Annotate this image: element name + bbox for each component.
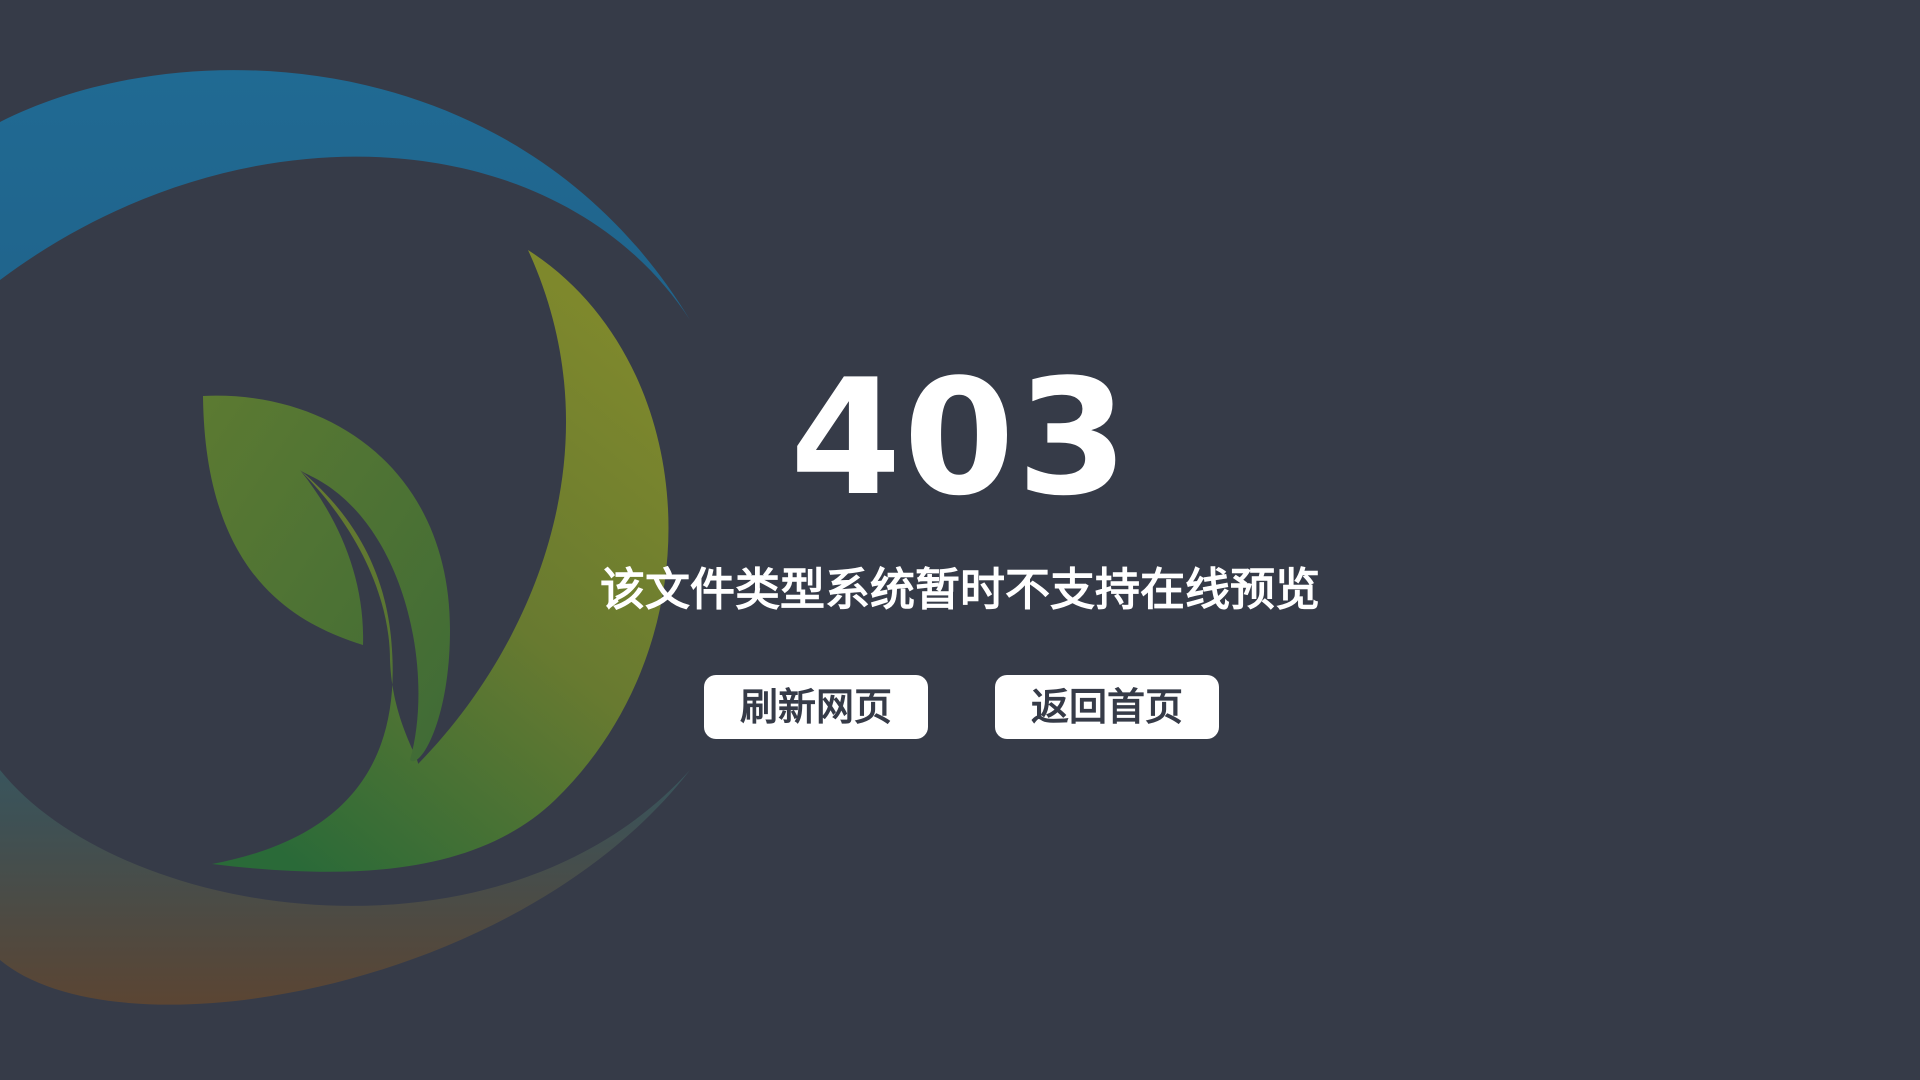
error-code: 403 (790, 344, 1130, 531)
error-message: 该文件类型系统暂时不支持在线预览 (599, 563, 1320, 616)
error-content: 403 该文件类型系统暂时不支持在线预览 刷新网页 返回首页 (0, 0, 1920, 1080)
return-home-button[interactable]: 返回首页 (995, 675, 1219, 739)
refresh-page-button[interactable]: 刷新网页 (704, 675, 928, 739)
error-page: 403 该文件类型系统暂时不支持在线预览 刷新网页 返回首页 (0, 0, 1920, 1080)
